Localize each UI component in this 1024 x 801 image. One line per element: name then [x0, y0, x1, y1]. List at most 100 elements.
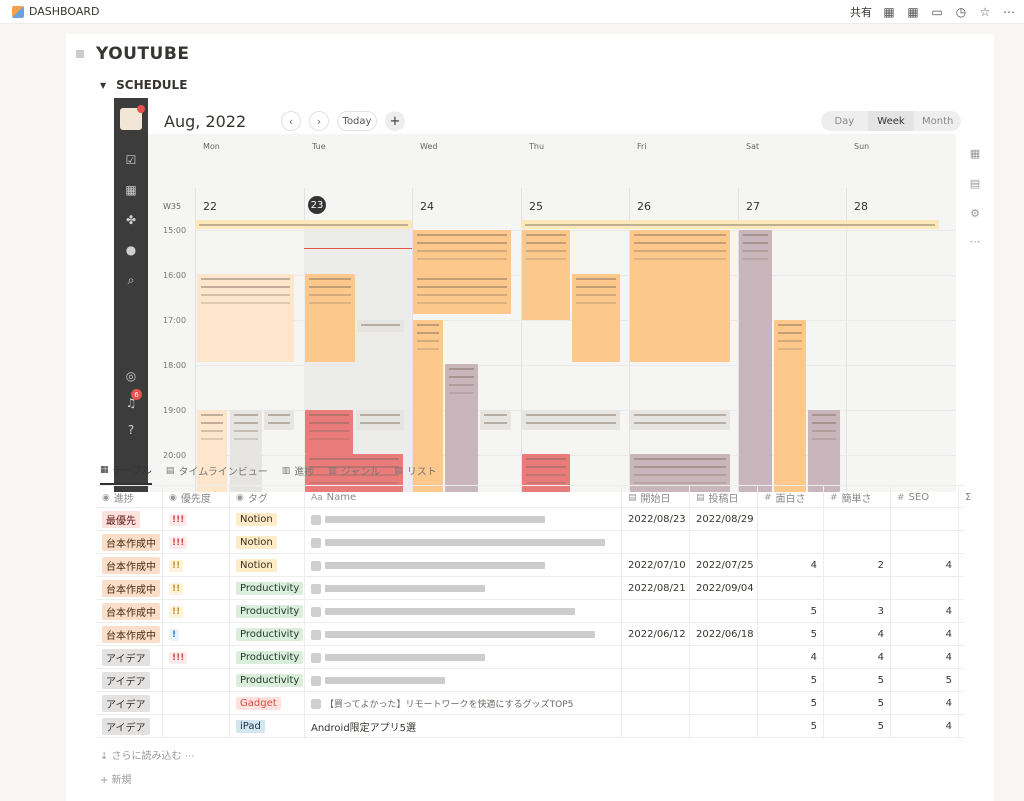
priority-cell[interactable] [163, 669, 230, 692]
tag-cell[interactable]: iPad [230, 715, 305, 738]
day-number[interactable]: 27 [746, 200, 760, 213]
list-icon[interactable]: ▤ [968, 176, 982, 190]
seo-score-cell[interactable]: 4 [891, 646, 959, 669]
all-day-event[interactable] [195, 220, 412, 229]
priority-cell[interactable] [163, 715, 230, 738]
status-cell[interactable]: 台本作成中 [96, 623, 163, 646]
clock-icon[interactable]: ◷ [954, 5, 968, 19]
tab-0[interactable]: ▦ テーブル [100, 462, 152, 485]
name-cell[interactable]: 【買ってよかった】リモートワークを快適にするグッズTOP5 [305, 692, 622, 715]
calendar-event[interactable] [572, 274, 620, 362]
day-number[interactable]: 24 [420, 200, 434, 213]
tag-cell[interactable]: Productivity [230, 577, 305, 600]
tab-4[interactable]: ▤ リスト [394, 462, 437, 485]
grid-icon[interactable]: ▦ [906, 5, 920, 19]
calendar-event[interactable] [305, 410, 353, 454]
tag-cell[interactable]: Productivity [230, 623, 305, 646]
tab-3[interactable]: ▥ ジャンル [328, 462, 380, 485]
view-day[interactable]: Day [821, 111, 868, 131]
easy-score-cell[interactable]: 5 [824, 669, 891, 692]
comment-icon[interactable]: ▭ [930, 5, 944, 19]
priority-cell[interactable]: ! [163, 623, 230, 646]
name-cell[interactable] [305, 623, 622, 646]
seo-score-cell[interactable] [891, 531, 959, 554]
priority-cell[interactable]: !!! [163, 508, 230, 531]
calendar-event[interactable] [739, 230, 772, 492]
settings-icon[interactable]: ⚙ [968, 206, 982, 220]
column-header[interactable]: # 面白さ [758, 486, 824, 509]
calendar-event[interactable] [264, 410, 294, 430]
name-cell[interactable] [305, 554, 622, 577]
name-cell[interactable] [305, 600, 622, 623]
calendar-event[interactable] [522, 230, 570, 320]
seo-score-cell[interactable]: 5 [891, 669, 959, 692]
post-date-cell[interactable] [690, 600, 758, 623]
fun-score-cell[interactable] [758, 508, 824, 531]
easy-score-cell[interactable]: 4 [824, 646, 891, 669]
fun-score-cell[interactable] [758, 531, 824, 554]
post-date-cell[interactable]: 2022/08/29 [690, 508, 758, 531]
post-date-cell[interactable] [690, 531, 758, 554]
today-button[interactable]: Today [337, 111, 377, 131]
seo-score-cell[interactable]: 4 [891, 715, 959, 738]
status-cell[interactable]: アイデア [96, 692, 163, 715]
tag-cell[interactable]: Notion [230, 508, 305, 531]
name-cell[interactable] [305, 508, 622, 531]
column-header[interactable]: ▤ 開始日 [622, 486, 690, 509]
status-cell[interactable]: 台本作成中 [96, 577, 163, 600]
table-row[interactable]: アイデア!!! Productivity 4 4 4 [96, 646, 964, 669]
start-date-cell[interactable] [622, 531, 690, 554]
fun-score-cell[interactable]: 5 [758, 600, 824, 623]
status-cell[interactable]: アイデア [96, 669, 163, 692]
priority-cell[interactable]: !!! [163, 531, 230, 554]
table-row[interactable]: 台本作成中!! Productivity 2022/08/21 2022/09/04 [96, 577, 964, 600]
table-row[interactable]: 台本作成中! Productivity 2022/06/12 2022/06/18 5 4… [96, 623, 964, 646]
day-number[interactable]: 22 [203, 200, 217, 213]
check-icon[interactable]: ☑ [123, 152, 139, 168]
view-week[interactable]: Week [867, 111, 915, 131]
tab-1[interactable]: ▤ タイムラインビュー [166, 462, 268, 485]
status-cell[interactable]: 台本作成中 [96, 554, 163, 577]
add-event-button[interactable]: + [385, 111, 405, 131]
start-date-cell[interactable] [622, 692, 690, 715]
status-cell[interactable]: 最優先 [96, 508, 163, 531]
name-cell[interactable]: Android限定アプリ5選 [305, 715, 622, 738]
share-button[interactable]: 共有 [850, 4, 872, 20]
schedule-toggle[interactable]: ▼ SCHEDULE [100, 78, 187, 92]
star-icon[interactable]: ☆ [978, 5, 992, 19]
name-cell[interactable] [305, 577, 622, 600]
status-cell[interactable]: アイデア [96, 715, 163, 738]
next-button[interactable]: › [309, 111, 329, 131]
help-icon[interactable]: ? [123, 422, 139, 438]
table-row[interactable]: アイデア Gadget 【買ってよかった】リモートワークを快適にするグッズTOP5 5… [96, 692, 964, 715]
post-date-cell[interactable] [690, 669, 758, 692]
calendar-event[interactable] [522, 410, 620, 430]
triangle-down-icon[interactable]: ▼ [100, 81, 106, 90]
column-header[interactable]: ◉ 進捗 [96, 486, 163, 509]
calendar-event[interactable] [357, 320, 404, 332]
fun-score-cell[interactable] [758, 577, 824, 600]
status-cell[interactable]: アイデア [96, 646, 163, 669]
drag-handle-icon[interactable] [76, 50, 84, 58]
start-date-cell[interactable]: 2022/07/10 [622, 554, 690, 577]
column-header[interactable]: # 簡単さ [824, 486, 891, 509]
start-date-cell[interactable] [622, 646, 690, 669]
calendar-event[interactable] [356, 410, 404, 430]
column-header[interactable]: ◉ 優先度 [163, 486, 230, 509]
week-grid[interactable]: W35 Mon 22 Tue 23 Wed 24 Thu 25 Fri 26 Sat 27 Sun 28 1… [148, 134, 956, 492]
table-row[interactable]: アイデア iPad Android限定アプリ5選 5 5 4 [96, 715, 964, 738]
calendar-event[interactable] [630, 410, 730, 430]
prev-button[interactable]: ‹ [281, 111, 301, 131]
name-cell[interactable] [305, 646, 622, 669]
more-icon[interactable]: ⋯ [1002, 5, 1016, 19]
settings-icon[interactable]: ◎ [123, 368, 139, 384]
calendar-event[interactable] [808, 410, 840, 492]
start-date-cell[interactable]: 2022/06/12 [622, 623, 690, 646]
tag-cell[interactable]: Notion [230, 554, 305, 577]
load-more-button[interactable]: ↓ さらに読み込む ⋯ [100, 747, 195, 762]
seo-score-cell[interactable]: 4 [891, 554, 959, 577]
fun-score-cell[interactable]: 4 [758, 554, 824, 577]
day-number[interactable]: 25 [529, 200, 543, 213]
fun-score-cell[interactable]: 5 [758, 692, 824, 715]
easy-score-cell[interactable]: 4 [824, 623, 891, 646]
